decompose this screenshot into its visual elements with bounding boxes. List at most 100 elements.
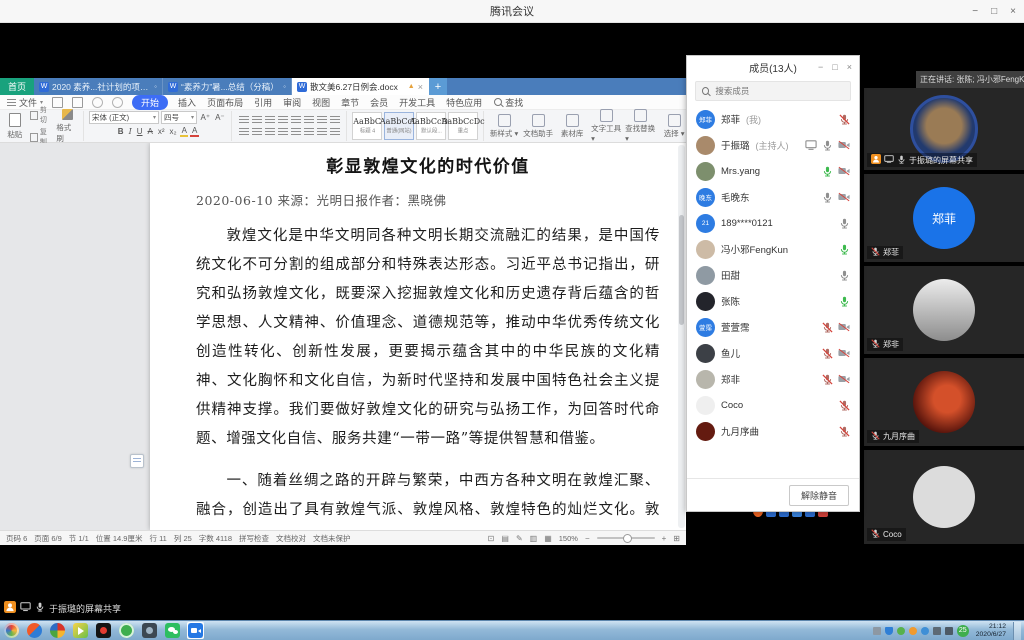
video-app-icon[interactable] — [95, 622, 112, 639]
tencent-meeting-icon[interactable] — [187, 622, 204, 639]
undo-icon[interactable] — [92, 97, 103, 108]
decrease-font-button[interactable]: A⁻ — [214, 113, 227, 122]
font-family-select[interactable]: 宋体 (正文)▾ — [89, 111, 159, 124]
shading-icon[interactable] — [304, 116, 314, 124]
menu-item-页面布局[interactable]: 页面布局 — [206, 96, 244, 109]
close-tab-icon[interactable]: × — [418, 82, 423, 92]
member-row[interactable]: 于振璐(主持人) — [687, 132, 859, 158]
member-row[interactable]: 21189****0121 — [687, 210, 859, 236]
menu-item-章节[interactable]: 章节 — [340, 96, 360, 109]
zoom-out-icon[interactable]: − — [585, 534, 590, 543]
indent-decrease-icon[interactable] — [265, 116, 275, 124]
document-tab[interactable]: W“素养力”暑...总结（分稿）◦ — [163, 78, 292, 95]
mic-icon[interactable] — [839, 426, 850, 437]
green-dot-icon[interactable] — [897, 627, 905, 635]
start-orb[interactable] — [3, 622, 20, 639]
media-player-icon[interactable] — [72, 622, 89, 639]
align-center-icon[interactable] — [252, 128, 262, 136]
align-right-icon[interactable] — [265, 128, 275, 136]
pinwheel-browser-icon[interactable] — [49, 622, 66, 639]
strikethrough-button[interactable]: A — [146, 127, 154, 136]
minimize-icon[interactable]: − — [972, 6, 978, 17]
style-item[interactable]: AaBbCcDc重点 — [448, 112, 478, 140]
new-tab-button[interactable]: + — [429, 78, 447, 95]
show-marks-icon[interactable] — [330, 116, 340, 124]
video-tile[interactable]: 九月序曲 — [864, 358, 1024, 446]
number-list-icon[interactable] — [252, 116, 262, 124]
web-view-icon[interactable]: ▦ — [544, 534, 552, 543]
panel-close-icon[interactable]: × — [847, 62, 852, 72]
fit-page-icon[interactable]: ⊞ — [673, 534, 680, 543]
menu-item-会员[interactable]: 会员 — [369, 96, 389, 109]
camera-icon[interactable] — [838, 348, 850, 358]
line-spacing-icon[interactable] — [291, 116, 301, 124]
video-tile[interactable]: 郑非 — [864, 266, 1024, 354]
find-button[interactable]: 查找 — [494, 96, 523, 109]
superscript-button[interactable]: x² — [156, 127, 166, 136]
panel-popout-icon[interactable]: □ — [832, 62, 837, 72]
mic-icon[interactable] — [839, 218, 850, 229]
cpu-badge[interactable]: 25 — [957, 625, 969, 637]
member-row[interactable]: 冯小邪FengKun — [687, 236, 859, 262]
member-row[interactable]: 晚东毛晚东 — [687, 184, 859, 210]
document-tab[interactable]: W散文美6.27日例会.docx▲× — [292, 78, 429, 95]
comment-marker-icon[interactable] — [130, 454, 144, 468]
fullread-view-icon[interactable]: ⊡ — [488, 534, 495, 543]
show-desktop-button[interactable] — [1013, 622, 1021, 640]
speaker-icon[interactable] — [933, 627, 941, 635]
mic-icon[interactable] — [839, 244, 850, 255]
tool-素材库[interactable]: 素材库 — [557, 114, 587, 139]
camera-icon[interactable] — [838, 374, 850, 384]
unmute-button[interactable]: 解除静音 — [789, 485, 849, 506]
redo-icon[interactable] — [112, 97, 123, 108]
maximize-icon[interactable]: □ — [991, 6, 997, 17]
tool-文字工具[interactable]: 文字工具 ▾ — [591, 109, 621, 143]
italic-button[interactable]: I — [127, 127, 133, 136]
document-tab[interactable]: W2020 素养...社计划的项目模板◦ — [34, 78, 163, 95]
member-row[interactable]: 萱霈萱萱霈 — [687, 314, 859, 340]
printer-icon[interactable] — [873, 627, 881, 635]
zoom-in-icon[interactable]: + — [662, 534, 667, 543]
mic-icon[interactable] — [822, 348, 833, 359]
outline-view-icon[interactable]: ▥ — [530, 534, 538, 543]
font-color-button[interactable]: A — [190, 126, 198, 137]
menu-item-视图[interactable]: 视图 — [311, 96, 331, 109]
mic-icon[interactable] — [822, 374, 833, 385]
menu-item-引用[interactable]: 引用 — [253, 96, 273, 109]
member-row[interactable]: Mrs.yang — [687, 158, 859, 184]
mic-icon[interactable] — [839, 114, 850, 125]
taskbar-clock[interactable]: 21:12 2020/6/27 — [976, 623, 1006, 638]
page-view-icon[interactable]: ▤ — [501, 534, 509, 543]
wechat-icon[interactable] — [164, 622, 181, 639]
mic-icon[interactable] — [822, 166, 833, 177]
tool-选择[interactable]: 选择 ▾ — [659, 114, 689, 139]
ink-view-icon[interactable]: ✎ — [516, 534, 523, 543]
browser-icon[interactable] — [26, 622, 43, 639]
close-icon[interactable]: × — [1010, 6, 1016, 17]
justify-icon[interactable] — [278, 128, 288, 136]
orange-dot-icon[interactable] — [909, 627, 917, 635]
document-page[interactable]: 彰显敦煌文化的时代价值 2020-06-10 来源：光明日报作者：黑晓佛 敦煌文… — [150, 143, 686, 530]
mic-icon[interactable] — [822, 192, 833, 203]
tool-文档助手[interactable]: 文档助手 — [523, 114, 553, 139]
member-row[interactable]: 张陈 — [687, 288, 859, 314]
vertical-scrollbar[interactable] — [678, 145, 685, 528]
align-left-icon[interactable] — [239, 128, 249, 136]
member-row[interactable]: Coco — [687, 392, 859, 418]
highlight-button[interactable]: A — [180, 126, 188, 137]
video-tile[interactable]: 于振璐的屏幕共享 — [864, 88, 1024, 170]
camera-app-icon[interactable] — [141, 622, 158, 639]
shield-icon[interactable] — [885, 627, 893, 635]
mic-icon[interactable] — [822, 322, 833, 333]
save-icon[interactable] — [52, 97, 63, 108]
style-item[interactable]: AaBbC标题 4 — [352, 112, 382, 140]
member-row[interactable]: 郑菲郑菲(我) — [687, 106, 859, 132]
underline-button[interactable]: U — [135, 127, 144, 136]
menu-item-开发工具[interactable]: 开发工具 — [398, 96, 436, 109]
network-bars-icon[interactable] — [945, 627, 953, 635]
zoom-slider-knob[interactable] — [623, 534, 632, 543]
format-painter-button[interactable]: 格式刷 — [56, 109, 78, 144]
tool-查找替换[interactable]: 查找替换 ▾ — [625, 109, 655, 143]
green-app-icon[interactable] — [118, 622, 135, 639]
bold-button[interactable]: B — [116, 127, 125, 136]
